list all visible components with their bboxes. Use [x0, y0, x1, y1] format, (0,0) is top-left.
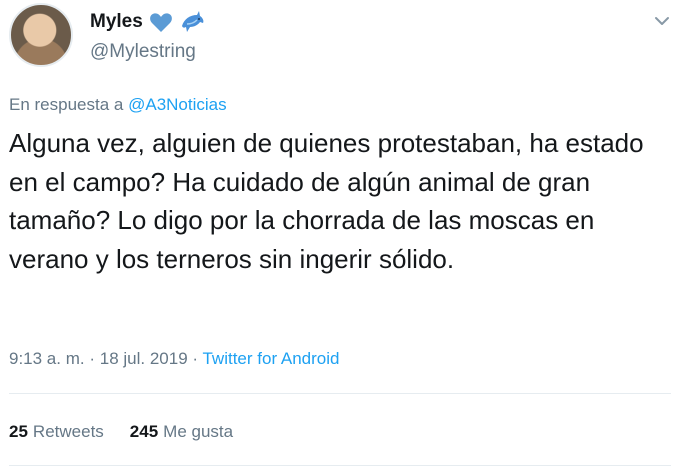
- dolphin-icon: [179, 10, 205, 34]
- tweet-text: Alguna vez, alguien de quienes protestab…: [9, 128, 644, 274]
- likes-stat[interactable]: 245 Me gusta: [130, 422, 233, 442]
- tweet-stats: 25 Retweets 245 Me gusta: [9, 422, 233, 442]
- avatar[interactable]: [9, 3, 73, 67]
- retweets-stat[interactable]: 25 Retweets: [9, 422, 104, 442]
- reply-prefix: En respuesta a: [9, 95, 124, 114]
- user-name-row: Myles: [90, 10, 205, 34]
- tweet-source-link[interactable]: Twitter for Android: [202, 349, 339, 368]
- display-name[interactable]: Myles: [90, 11, 143, 33]
- user-handle[interactable]: @Mylestring: [90, 41, 196, 63]
- reply-context: En respuesta a @A3Noticias: [9, 95, 227, 115]
- blue-heart-icon: [149, 11, 173, 33]
- meta-separator: ·: [89, 349, 96, 368]
- likes-label: Me gusta: [163, 422, 234, 441]
- retweets-label: Retweets: [32, 422, 104, 441]
- meta-separator: ·: [192, 349, 199, 368]
- reply-mention-link[interactable]: @A3Noticias: [128, 95, 227, 114]
- tweet-time: 9:13 a. m.: [9, 349, 85, 368]
- retweets-count: 25: [9, 422, 28, 441]
- divider: [9, 465, 671, 466]
- tweet-metadata: 9:13 a. m. · 18 jul. 2019 · Twitter for …: [9, 349, 340, 369]
- divider: [9, 393, 671, 394]
- likes-count: 245: [129, 422, 159, 441]
- chevron-down-icon[interactable]: [652, 11, 672, 31]
- tweet-date[interactable]: 18 jul. 2019: [100, 349, 188, 368]
